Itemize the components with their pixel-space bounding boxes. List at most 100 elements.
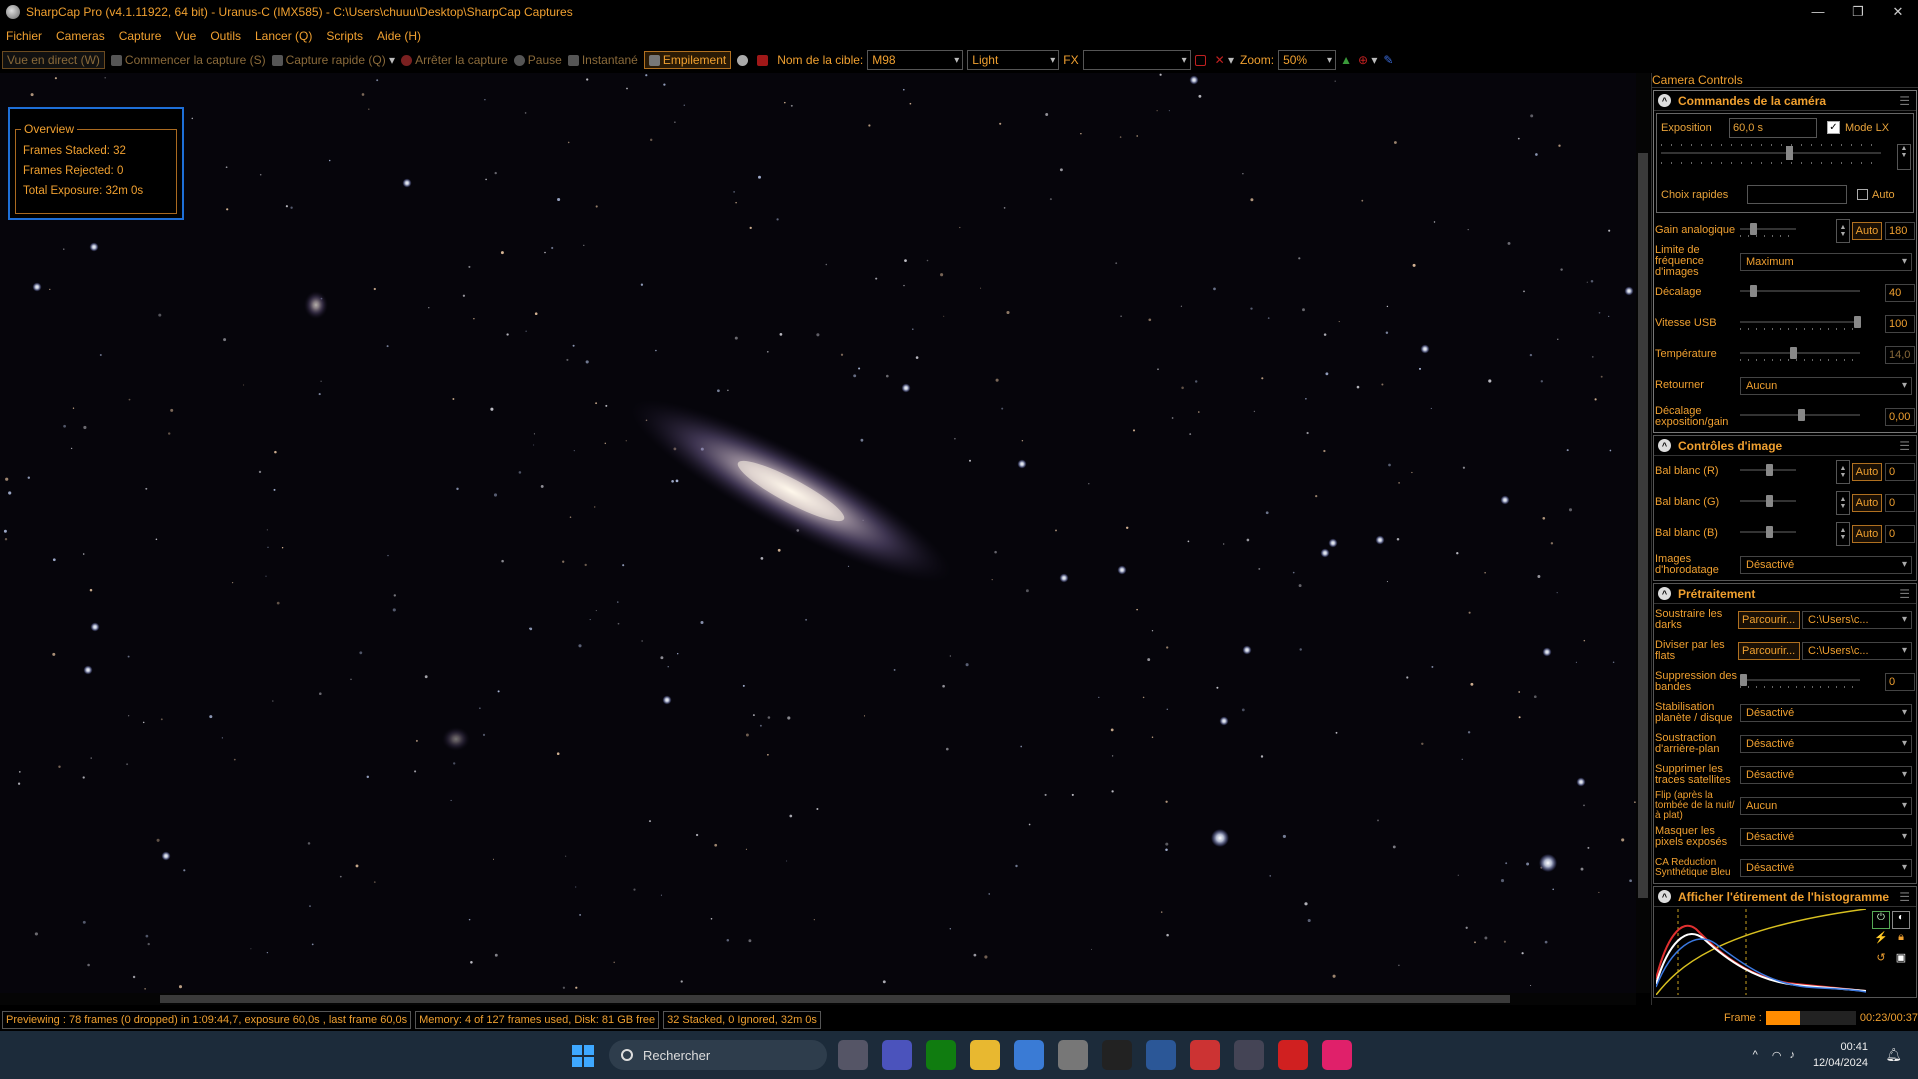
darks-browse-button[interactable]: Parcourir...	[1738, 610, 1800, 629]
exposure-input[interactable]: 60,0 s	[1729, 118, 1817, 138]
vertical-scrollbar[interactable]	[1636, 73, 1650, 993]
start-capture-button[interactable]: Commencer la capture (S)	[110, 53, 266, 67]
stellarium-icon[interactable]	[1146, 1040, 1176, 1070]
slider-knob[interactable]	[1750, 285, 1757, 297]
banding-slider[interactable]	[1740, 674, 1860, 686]
wb-red-auto-button[interactable]: Auto	[1852, 462, 1882, 481]
fx-select[interactable]	[1082, 50, 1191, 70]
timestamp-select[interactable]: Désactivé	[1740, 555, 1912, 574]
slider-knob[interactable]	[1786, 146, 1793, 160]
preprocessing-section-header[interactable]: ^ Prétraitement ☰	[1654, 584, 1916, 604]
xbox-icon[interactable]	[926, 1040, 956, 1070]
speaker-icon[interactable]: ♪	[1789, 1049, 1795, 1061]
wifi-icon[interactable]: ◠	[1772, 1049, 1782, 1062]
offset-slider[interactable]	[1740, 285, 1860, 297]
collapse-icon[interactable]: ^	[1658, 890, 1671, 903]
histogram-chart[interactable]	[1656, 909, 1866, 995]
gain-value[interactable]: 180	[1885, 221, 1915, 240]
collapse-icon[interactable]: ^	[1658, 587, 1671, 600]
satellite-select[interactable]: Désactivé	[1740, 765, 1912, 784]
gain-auto-button[interactable]: Auto	[1852, 221, 1882, 240]
reset-icon[interactable]: ↺	[1872, 951, 1890, 969]
preproc-flip-select[interactable]: Aucun	[1740, 796, 1912, 815]
task-view-icon[interactable]	[838, 1040, 868, 1070]
expgain-value[interactable]: 0,00	[1885, 407, 1915, 426]
menu-view[interactable]: Vue	[175, 29, 196, 43]
wb-blue-slider[interactable]	[1740, 526, 1796, 538]
target-name-input[interactable]: M98	[867, 50, 964, 70]
exposure-slider[interactable]	[1661, 146, 1881, 160]
contrast-icon[interactable]: ◐	[1892, 911, 1910, 929]
wb-green-value[interactable]: 0	[1885, 493, 1915, 512]
scroll-thumb[interactable]	[1638, 153, 1648, 898]
stabilize-select[interactable]: Désactivé	[1740, 703, 1912, 722]
stacking-button[interactable]: Empilement	[643, 51, 732, 69]
menu-cameras[interactable]: Cameras	[56, 29, 105, 43]
menu-icon[interactable]: ☰	[1899, 587, 1910, 601]
save-icon[interactable]: ▣	[1892, 951, 1910, 969]
scroll-thumb[interactable]	[160, 995, 1510, 1003]
reticle-button[interactable]	[1194, 54, 1209, 66]
horizontal-scrollbar[interactable]	[0, 993, 1636, 1005]
maximize-button[interactable]: ❐	[1838, 0, 1878, 23]
camera-section-header[interactable]: ^ Commandes de la caméra ☰	[1654, 91, 1916, 111]
notification-bell-icon[interactable]: 🔔︎	[1885, 1047, 1902, 1063]
wb-green-spinner[interactable]: ▲ ▼	[1836, 490, 1850, 515]
multi-icon[interactable]	[1190, 1040, 1220, 1070]
slider-knob[interactable]	[1766, 495, 1773, 507]
windows-start-icon[interactable]	[572, 1045, 594, 1067]
menu-icon[interactable]: ☰	[1899, 890, 1910, 904]
slider-knob[interactable]	[1740, 674, 1747, 686]
quick-choice-select[interactable]	[1747, 185, 1847, 204]
other-app-icon[interactable]	[1322, 1040, 1352, 1070]
exposure-spinner[interactable]: ▲ ▼	[1897, 144, 1911, 170]
chevron-down-icon[interactable]: ▾	[389, 53, 395, 67]
menu-capture[interactable]: Capture	[119, 29, 162, 43]
pause-button[interactable]: Pause	[513, 53, 562, 67]
sharpcap-icon[interactable]	[1234, 1040, 1264, 1070]
live-view-button[interactable]: Vue en direct (W)	[2, 51, 105, 69]
pen-icon[interactable]	[1058, 1040, 1088, 1070]
zoom-select[interactable]: 50%	[1278, 50, 1337, 70]
file-explorer-icon[interactable]	[970, 1040, 1000, 1070]
taskbar-search[interactable]: Rechercher	[609, 1040, 827, 1070]
darks-path-select[interactable]: C:\Users\c...	[1802, 610, 1912, 629]
usb-slider[interactable]	[1740, 316, 1861, 328]
wb-green-slider[interactable]	[1740, 495, 1796, 507]
chevron-up-icon[interactable]: ^	[1753, 1049, 1758, 1061]
image-viewer[interactable]	[0, 73, 1636, 993]
wb-red-slider[interactable]	[1740, 464, 1796, 476]
image-section-header[interactable]: ^ Contrôles d'image ☰	[1654, 436, 1916, 456]
teams-icon[interactable]	[882, 1040, 912, 1070]
moon-icon[interactable]	[1102, 1040, 1132, 1070]
magnifier-button[interactable]: ⊕ ▾	[1358, 53, 1377, 67]
ca-select[interactable]: Désactivé	[1740, 858, 1912, 877]
slider-knob[interactable]	[1766, 464, 1773, 476]
flip-select[interactable]: Aucun	[1740, 376, 1912, 395]
bgsub-select[interactable]: Désactivé	[1740, 734, 1912, 753]
expgain-slider[interactable]	[1740, 409, 1860, 421]
close-button[interactable]: ✕	[1878, 0, 1918, 23]
offset-value[interactable]: 40	[1885, 283, 1915, 302]
collapse-icon[interactable]: ^	[1658, 94, 1671, 107]
wb-blue-auto-button[interactable]: Auto	[1852, 524, 1882, 543]
snapshot-button[interactable]: Instantané	[567, 53, 638, 67]
sphere-button[interactable]	[737, 54, 751, 66]
menu-file[interactable]: Fichier	[6, 29, 42, 43]
lx-mode-checkbox[interactable]: ✓	[1827, 121, 1840, 134]
banding-value[interactable]: 0	[1885, 672, 1915, 691]
slider-knob[interactable]	[1854, 316, 1861, 328]
slider-knob[interactable]	[1766, 526, 1773, 538]
tool-button[interactable]: ✎	[1383, 53, 1393, 67]
menu-icon[interactable]: ☰	[1899, 439, 1910, 453]
usb-value[interactable]: 100	[1885, 314, 1915, 333]
slider-knob[interactable]	[1750, 223, 1757, 235]
wb-blue-value[interactable]: 0	[1885, 524, 1915, 543]
stop-capture-button[interactable]: Arrêter la capture	[401, 53, 508, 67]
wb-red-spinner[interactable]: ▲ ▼	[1836, 459, 1850, 484]
gain-slider[interactable]	[1740, 223, 1796, 235]
cross-button[interactable]: ✕ ▾	[1215, 53, 1234, 67]
hotpixel-select[interactable]: Désactivé	[1740, 827, 1912, 846]
store-icon[interactable]	[1014, 1040, 1044, 1070]
power-icon[interactable]: ⏻	[1872, 911, 1890, 929]
